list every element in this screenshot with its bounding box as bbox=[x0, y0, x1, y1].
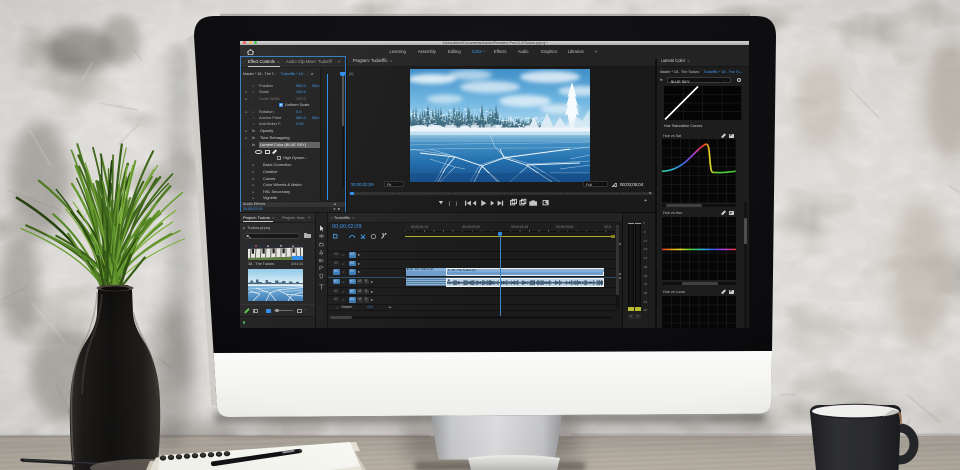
svg-text:{: { bbox=[449, 200, 451, 205]
svg-text:T: T bbox=[319, 282, 324, 291]
svg-text:}: } bbox=[456, 200, 458, 205]
